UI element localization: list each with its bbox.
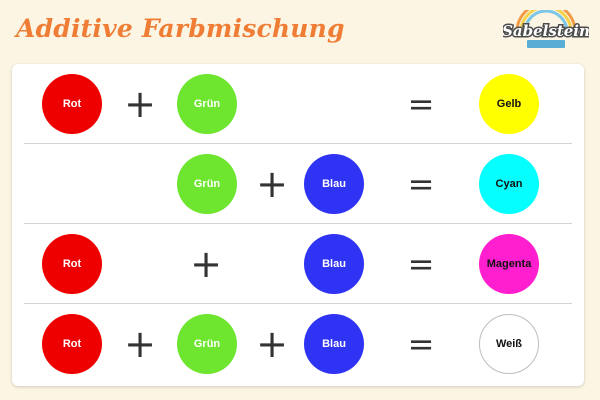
color-circle-gruen: Grün: [177, 314, 237, 374]
mix-row-green-blue: Grün + Blau = Cyan: [12, 144, 584, 224]
mix-row-red-blue: Rot + Blau = Magenta: [12, 224, 584, 304]
equals-sign: =: [407, 245, 435, 283]
plus-sign: +: [256, 322, 288, 366]
color-circle-blau: Blau: [304, 154, 364, 214]
color-circle-rot: Rot: [42, 74, 102, 134]
mix-row-red-green: Rot + Grün = Gelb: [12, 64, 584, 144]
mix-row-red-green-blue: Rot + Grün + Blau = Weiß: [12, 304, 584, 384]
equals-sign: =: [407, 325, 435, 363]
sabelstein-logo: Sabelstein: [501, 1, 591, 54]
color-circle-blau: Blau: [304, 314, 364, 374]
color-mixing-table: Rot + Grün = Gelb Grün + Blau = Cyan Rot…: [12, 64, 584, 386]
result-circle-gelb: Gelb: [479, 74, 539, 134]
plus-sign: +: [124, 82, 156, 126]
color-circle-gruen: Grün: [177, 154, 237, 214]
color-circle-rot: Rot: [42, 234, 102, 294]
equals-sign: =: [407, 165, 435, 203]
equals-sign: =: [407, 85, 435, 123]
plus-sign: +: [124, 322, 156, 366]
plus-sign: +: [256, 162, 288, 206]
logo-graphic: Sabelstein: [501, 1, 591, 48]
plus-sign: +: [190, 242, 222, 286]
result-circle-weiss: Weiß: [479, 314, 539, 374]
color-circle-blau: Blau: [304, 234, 364, 294]
color-circle-rot: Rot: [42, 314, 102, 374]
page-title: Additive Farbmischung: [16, 14, 345, 43]
color-circle-gruen: Grün: [177, 74, 237, 134]
result-circle-cyan: Cyan: [479, 154, 539, 214]
result-circle-magenta: Magenta: [479, 234, 539, 294]
logo-text: Sabelstein: [503, 22, 589, 40]
